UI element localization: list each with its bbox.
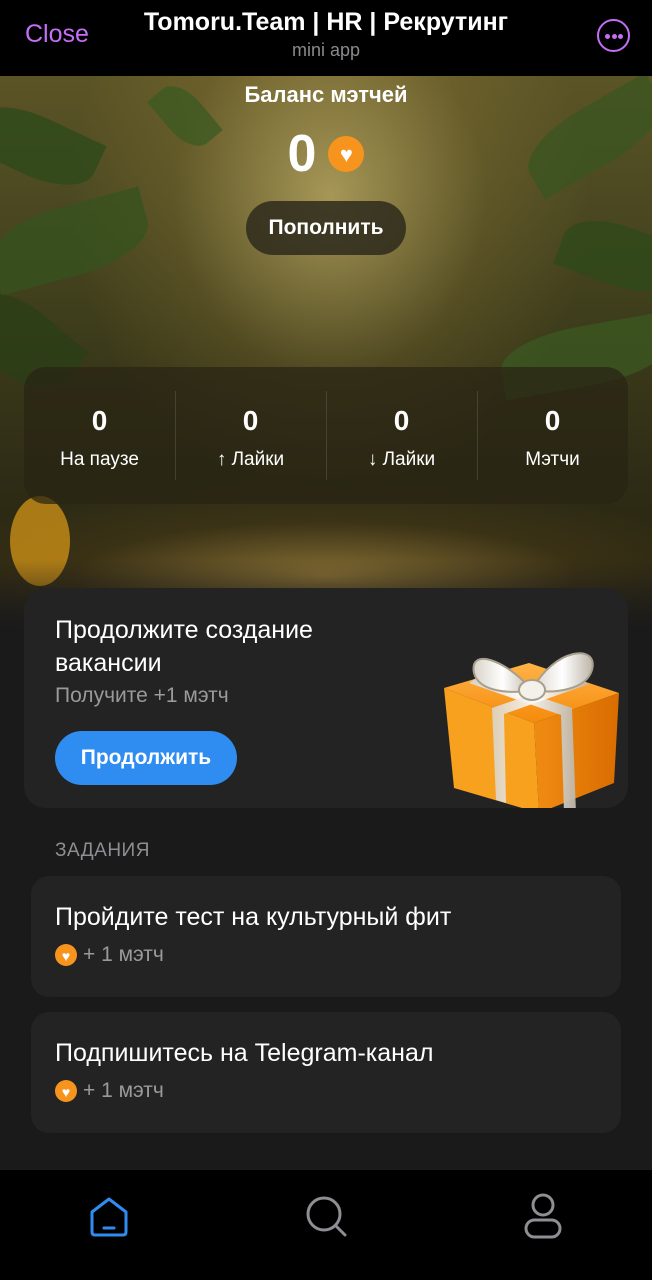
task-reward-text: + 1 мэтч — [83, 943, 164, 966]
task-title: Подпишитесь на Telegram-канал — [55, 1039, 434, 1067]
home-icon[interactable] — [87, 1192, 131, 1240]
topup-button[interactable]: Пополнить — [246, 201, 406, 255]
more-icon[interactable] — [597, 19, 630, 52]
app-subtitle: mini app — [291, 40, 361, 60]
stat-label: ↓ Лайки — [367, 449, 436, 470]
profile-icon[interactable] — [521, 1192, 565, 1240]
stat-likes-received: 0 ↓ Лайки — [326, 367, 477, 504]
heart-coin-icon: ♥ — [55, 1080, 77, 1102]
balance-value: 0 — [287, 125, 317, 183]
task-title: Пройдите тест на культурный фит — [55, 903, 452, 931]
promo-card: Продолжите создание вакансии Получите +1… — [24, 588, 628, 808]
stat-label: ↑ Лайки — [216, 449, 285, 470]
tasks-section-label: ЗАДАНИЯ — [55, 840, 150, 861]
stat-value: 0 — [91, 405, 108, 436]
search-icon[interactable] — [304, 1192, 348, 1240]
stat-likes-sent: 0 ↑ Лайки — [175, 367, 326, 504]
stat-paused: 0 На паузе — [24, 367, 175, 504]
stats-panel: 0 На паузе 0 ↑ Лайки 0 ↓ Лайки 0 Мэтчи — [24, 367, 628, 504]
stat-label: На паузе — [60, 449, 139, 470]
close-button[interactable]: Close — [25, 20, 89, 49]
task-card[interactable]: Пройдите тест на культурный фит ♥ + 1 мэ… — [31, 876, 621, 997]
task-reward: ♥ + 1 мэтч — [55, 1079, 164, 1103]
promo-subtitle: Получите +1 мэтч — [55, 684, 229, 707]
stat-matches: 0 Мэтчи — [477, 367, 628, 504]
bottom-nav — [0, 1170, 652, 1280]
app-title: Tomoru.Team | HR | Рекрутинг — [143, 8, 509, 36]
gift-icon — [444, 652, 619, 808]
stat-value: 0 — [242, 405, 259, 436]
task-reward: ♥ + 1 мэтч — [55, 943, 164, 967]
continue-button[interactable]: Продолжить — [55, 731, 237, 785]
title-block: Tomoru.Team | HR | Рекрутинг mini app — [110, 8, 542, 61]
heart-coin-icon: ♥ — [55, 944, 77, 966]
task-reward-text: + 1 мэтч — [83, 1079, 164, 1102]
heart-coin-icon: ♥ — [328, 136, 365, 172]
balance-display: 0 ♥ — [0, 126, 652, 182]
promo-title: Продолжите создание вакансии — [55, 616, 313, 677]
stat-value: 0 — [393, 405, 410, 436]
balance-title: Баланс мэтчей — [244, 82, 408, 107]
stat-value: 0 — [544, 405, 561, 436]
stat-label: Мэтчи — [525, 449, 580, 470]
top-bar: Close Tomoru.Team | HR | Рекрутинг mini … — [0, 0, 652, 76]
task-card[interactable]: Подпишитесь на Telegram-канал ♥ + 1 мэтч — [31, 1012, 621, 1133]
